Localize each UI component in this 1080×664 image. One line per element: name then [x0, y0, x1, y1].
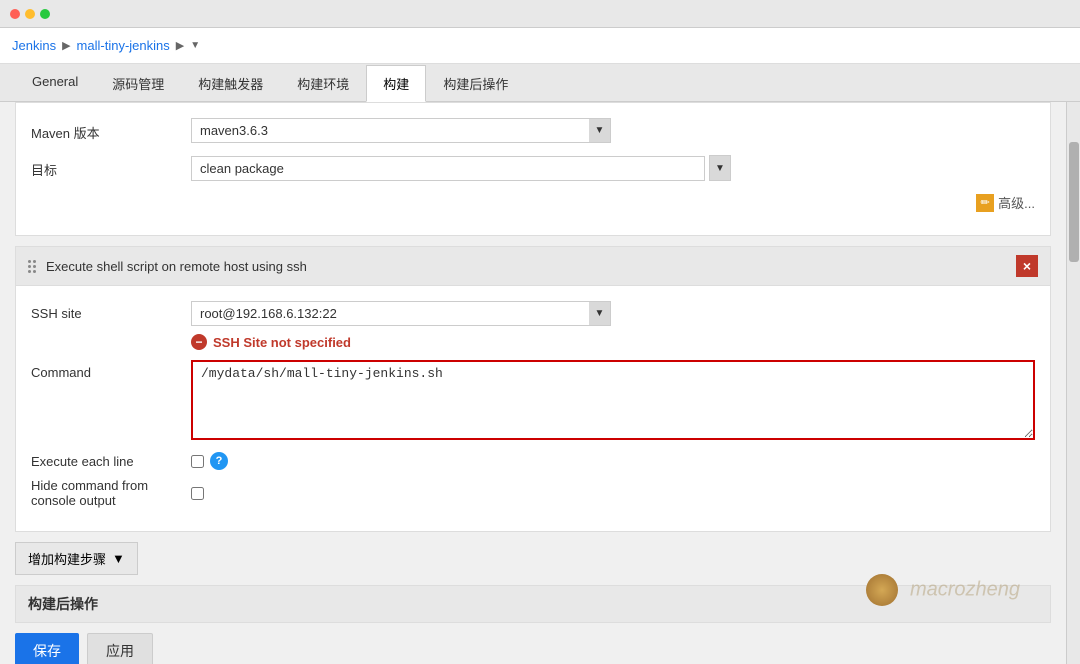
target-field: ▼	[191, 155, 1035, 181]
advanced-button[interactable]: ✏ 高级...	[976, 193, 1035, 212]
drag-dot	[28, 260, 31, 263]
command-textarea[interactable]: /mydata/sh/mall-tiny-jenkins.sh	[191, 360, 1035, 440]
drag-dot-row-1	[28, 260, 38, 263]
ssh-site-label: SSH site	[31, 306, 191, 321]
tab-source[interactable]: 源码管理	[95, 65, 181, 102]
breadcrumb-jenkins[interactable]: Jenkins	[12, 38, 56, 53]
advanced-label: 高级...	[998, 193, 1035, 212]
ssh-section-title: Execute shell script on remote host usin…	[28, 258, 307, 274]
drag-dot	[33, 260, 36, 263]
maven-version-label: Maven 版本	[31, 118, 191, 142]
scrollbar-thumb[interactable]	[1069, 142, 1079, 262]
close-dot[interactable]	[10, 9, 20, 19]
execute-each-line-checkbox[interactable]	[191, 455, 204, 468]
maven-version-field: maven3.6.3 ▼	[191, 118, 1035, 143]
main-wrapper: Maven 版本 maven3.6.3 ▼ 目标 ▼	[0, 102, 1080, 664]
drag-dot	[28, 265, 31, 268]
tab-trigger[interactable]: 构建触发器	[181, 65, 280, 102]
maven-version-row: Maven 版本 maven3.6.3 ▼	[31, 118, 1035, 143]
tab-build[interactable]: 构建	[366, 65, 426, 102]
drag-dot-row-3	[28, 270, 38, 273]
advanced-row: ✏ 高级...	[31, 193, 1035, 212]
error-icon: −	[191, 334, 207, 350]
add-build-step-arrow: ▼	[112, 551, 125, 566]
target-label: 目标	[31, 155, 191, 179]
hide-command-row: Hide command from console output	[31, 478, 1035, 508]
drag-dot	[33, 265, 36, 268]
hide-command-checkbox[interactable]	[191, 487, 204, 500]
target-input-wrapper: ▼	[191, 155, 731, 181]
command-label: Command	[31, 360, 191, 380]
breadcrumb-separator-1: ▶	[62, 39, 70, 52]
breadcrumb-project[interactable]: mall-tiny-jenkins	[77, 38, 170, 53]
target-row: 目标 ▼	[31, 155, 1035, 181]
maximize-dot[interactable]	[40, 9, 50, 19]
execute-each-line-field: ?	[191, 452, 228, 470]
browser-bar	[0, 0, 1080, 28]
ssh-site-select-wrapper: root@192.168.6.132:22 ▼	[191, 301, 611, 326]
ssh-section-header: Execute shell script on remote host usin…	[16, 247, 1050, 286]
save-button[interactable]: 保存	[15, 633, 79, 664]
tab-post[interactable]: 构建后操作	[426, 65, 525, 102]
ssh-site-row: SSH site root@192.168.6.132:22 ▼	[31, 301, 1035, 326]
drag-handle[interactable]	[28, 258, 38, 274]
tab-env[interactable]: 构建环境	[280, 65, 366, 102]
drag-dot-row-2	[28, 265, 38, 268]
bottom-section: 增加构建步骤 ▼	[15, 542, 1051, 575]
pencil-icon: ✏	[976, 194, 994, 212]
footer-buttons: 保存 应用	[0, 623, 1066, 664]
content-area: Maven 版本 maven3.6.3 ▼ 目标 ▼	[0, 102, 1066, 664]
maven-section: Maven 版本 maven3.6.3 ▼ 目标 ▼	[15, 102, 1051, 236]
apply-button[interactable]: 应用	[87, 633, 153, 664]
tab-general[interactable]: General	[15, 65, 95, 102]
ssh-section: Execute shell script on remote host usin…	[15, 246, 1051, 532]
post-build-label: 构建后操作	[15, 585, 1051, 623]
drag-dot	[28, 270, 31, 273]
add-build-step-button[interactable]: 增加构建步骤 ▼	[15, 542, 138, 575]
breadcrumb-dropdown-arrow[interactable]: ▼	[190, 40, 200, 51]
target-input[interactable]	[191, 156, 705, 181]
add-build-step-label: 增加构建步骤	[28, 549, 106, 568]
hide-command-label: Hide command from console output	[31, 478, 191, 508]
command-row: Command /mydata/sh/mall-tiny-jenkins.sh	[31, 360, 1035, 440]
jenkins-header: Jenkins ▶ mall-tiny-jenkins ▶ ▼	[0, 28, 1080, 64]
ssh-section-title-text: Execute shell script on remote host usin…	[46, 259, 307, 274]
maven-version-select[interactable]: maven3.6.3	[191, 118, 611, 143]
hide-command-field	[191, 487, 204, 500]
tab-navigation: General 源码管理 构建触发器 构建环境 构建 构建后操作	[0, 64, 1080, 102]
remove-ssh-button[interactable]: ×	[1016, 255, 1038, 277]
breadcrumb-separator-2: ▶	[176, 39, 184, 52]
drag-dot	[33, 270, 36, 273]
maven-version-select-wrapper: maven3.6.3 ▼	[191, 118, 611, 143]
ssh-site-select[interactable]: root@192.168.6.132:22	[191, 301, 611, 326]
ssh-section-body: SSH site root@192.168.6.132:22 ▼ − SSH S…	[16, 286, 1050, 531]
ssh-error-row: − SSH Site not specified	[191, 334, 1035, 350]
scrollbar[interactable]	[1066, 102, 1080, 664]
execute-each-line-label: Execute each line	[31, 454, 191, 469]
execute-each-line-help-icon[interactable]: ?	[210, 452, 228, 470]
execute-each-line-row: Execute each line ?	[31, 452, 1035, 470]
minimize-dot[interactable]	[25, 9, 35, 19]
target-dropdown-button[interactable]: ▼	[709, 155, 731, 181]
ssh-error-text: SSH Site not specified	[213, 335, 351, 350]
